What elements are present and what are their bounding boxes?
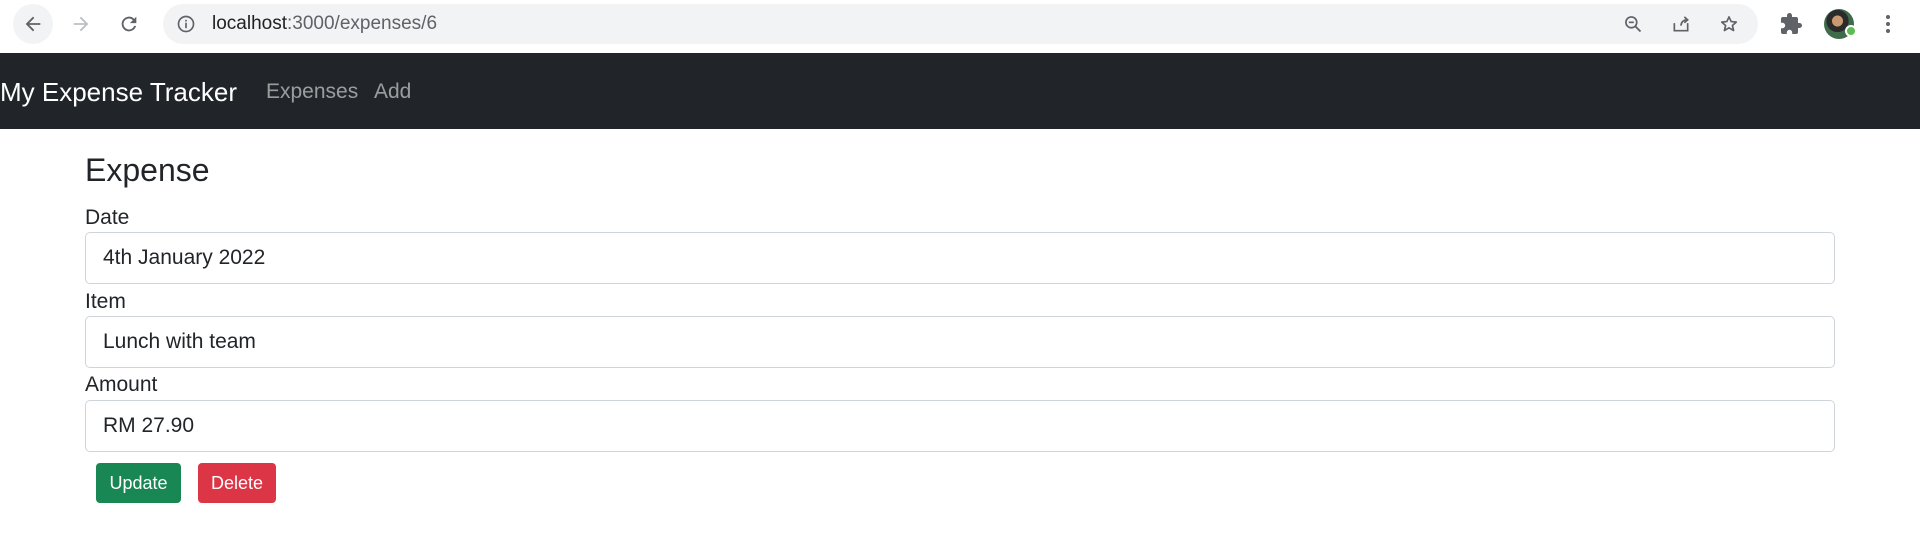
reload-icon [121,16,137,32]
back-button[interactable] [13,4,53,44]
app-navbar: My Expense Tracker Expenses Add [0,53,1920,129]
share-icon[interactable] [1671,14,1691,34]
url-host: localhost [212,13,287,34]
navbar-brand[interactable]: My Expense Tracker [0,77,237,107]
delete-button[interactable]: Delete [198,463,276,503]
puzzle-icon[interactable] [1779,12,1803,36]
page-title: Expense [85,152,210,188]
date-label: Date [85,206,130,229]
amount-label: Amount [85,373,158,396]
arrow-left-icon [25,16,41,32]
info-icon[interactable] [176,14,196,34]
browser-toolbar: localhost:3000/expenses/6 [0,0,1920,53]
url-text[interactable]: localhost:3000/expenses/6 [212,14,437,34]
url-path: :3000/expenses/6 [287,13,438,34]
zoom-out-icon[interactable] [1623,14,1643,34]
forward-button[interactable] [61,4,101,44]
nav-link-expenses[interactable]: Expenses [266,80,358,104]
item-field[interactable] [85,316,1835,368]
item-label: Item [85,290,126,313]
address-bar[interactable]: localhost:3000/expenses/6 [163,4,1758,44]
nav-link-add[interactable]: Add [374,80,411,104]
date-field[interactable] [85,232,1835,284]
more-vert-icon[interactable] [1876,12,1900,36]
update-button[interactable]: Update [96,463,181,503]
amount-field[interactable] [85,400,1835,452]
sync-badge [1845,25,1857,37]
star-icon[interactable] [1719,14,1739,34]
reload-button[interactable] [109,4,149,44]
arrow-right-icon [73,16,89,32]
